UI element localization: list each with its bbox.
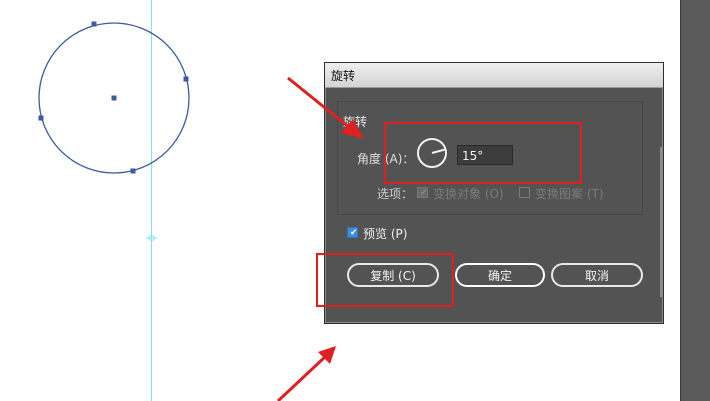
dialog-edge-bar	[660, 147, 663, 297]
transform-pattern-checkbox[interactable]	[519, 187, 530, 198]
angle-label: 角度 (A)：	[357, 152, 415, 166]
side-panel	[680, 0, 710, 401]
group-label: 旋转	[343, 115, 368, 129]
cancel-button[interactable]: 取消	[551, 263, 643, 287]
angle-input[interactable]: 15°	[457, 145, 513, 165]
copy-button[interactable]: 复制 (C)	[347, 263, 439, 287]
transform-objects-label: 变换对象 (O)	[433, 187, 504, 201]
transform-pattern-label: 变换图案 (T)	[535, 187, 604, 201]
preview-checkbox[interactable]: ✔	[347, 227, 358, 238]
options-label: 选项：	[377, 187, 414, 201]
preview-label: 预览 (P)	[363, 227, 408, 241]
ok-button[interactable]: 确定	[455, 263, 545, 287]
transform-objects-checkbox[interactable]: ✔	[417, 187, 428, 198]
dialog-titlebar[interactable]: 旋转	[325, 63, 663, 88]
dialog-title: 旋转	[331, 69, 356, 83]
angle-dial-icon[interactable]	[417, 138, 447, 168]
rotate-dialog: 旋转 旋转 角度 (A)： 15° 选项： ✔ 变换对象 (O) 变换图案 (T…	[324, 62, 664, 324]
